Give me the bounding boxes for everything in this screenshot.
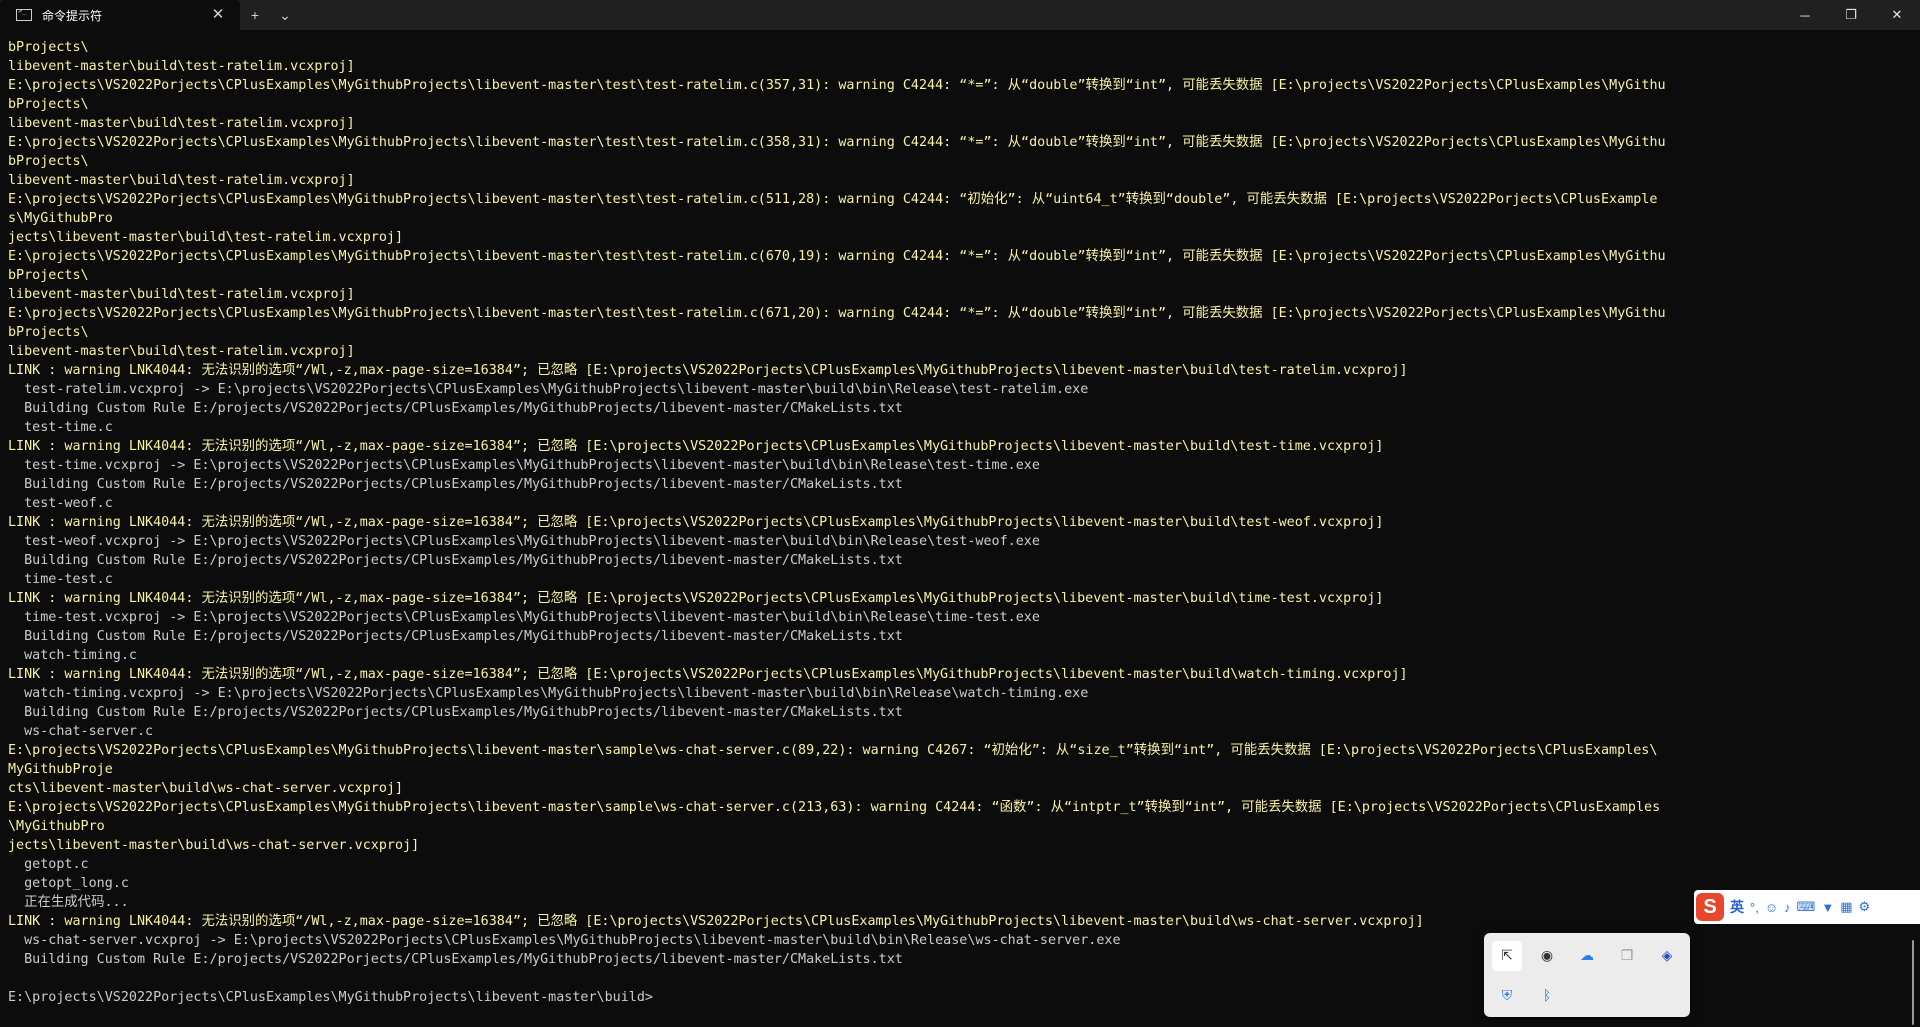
console-warning-line: libevent-master\build\test-ratelim.vcxpr… bbox=[8, 287, 355, 302]
terminal-icon bbox=[16, 7, 32, 21]
microphone-icon[interactable]: ♪ bbox=[1784, 900, 1791, 915]
tab-close-button[interactable]: ✕ bbox=[210, 7, 226, 23]
window-controls: ─ ❐ ✕ bbox=[1782, 0, 1920, 30]
console-warning-line: LINK : warning LNK4044: 无法识别的选项“/Wl,-z,m… bbox=[8, 667, 1408, 682]
console-line: Building Custom Rule E:/projects/VS2022P… bbox=[8, 629, 903, 644]
console-warning-line: E:\projects\VS2022Porjects\CPlusExamples… bbox=[8, 249, 1666, 264]
console-warning-line: libevent-master\build\test-ratelim.vcxpr… bbox=[8, 116, 355, 131]
console-warning-line: \MyGithubPro bbox=[8, 819, 105, 834]
console-warning-line: jects\libevent-master\build\test-ratelim… bbox=[8, 230, 404, 245]
title-bar: 命令提示符 ✕ + ⌄ ─ ❐ ✕ bbox=[0, 0, 1920, 30]
console-warning-line: bProjects\ bbox=[8, 97, 89, 112]
bluetooth-icon[interactable]: ᛒ bbox=[1532, 981, 1562, 1011]
console-warning-line: E:\projects\VS2022Porjects\CPlusExamples… bbox=[8, 306, 1666, 321]
minimize-button[interactable]: ─ bbox=[1782, 0, 1828, 30]
console-warning-line: cts\libevent-master\build\ws-chat-server… bbox=[8, 781, 404, 796]
console-warning-line: libevent-master\build\test-ratelim.vcxpr… bbox=[8, 59, 355, 74]
console-line: getopt.c bbox=[8, 857, 89, 872]
console-warning-line: LINK : warning LNK4044: 无法识别的选项“/Wl,-z,m… bbox=[8, 363, 1408, 378]
console-warning-line: LINK : warning LNK4044: 无法识别的选项“/Wl,-z,m… bbox=[8, 914, 1424, 929]
console-line: watch-timing.c bbox=[8, 648, 137, 663]
punctuation-icon[interactable]: °, bbox=[1750, 900, 1759, 915]
console-warning-line: bProjects\ bbox=[8, 154, 89, 169]
console-warning-line: MyGithubProje bbox=[8, 762, 113, 777]
console-line: Building Custom Rule E:/projects/VS2022P… bbox=[8, 705, 903, 720]
console-warning-line: bProjects\ bbox=[8, 325, 89, 340]
security-icon[interactable]: ⛨ bbox=[1492, 981, 1522, 1011]
console-warning-line: E:\projects\VS2022Porjects\CPlusExamples… bbox=[8, 800, 1661, 815]
sogou-logo-icon[interactable]: S bbox=[1696, 893, 1724, 921]
scrollbar[interactable] bbox=[1912, 940, 1914, 1025]
close-button[interactable]: ✕ bbox=[1874, 0, 1920, 30]
console-line: test-time.vcxproj -> E:\projects\VS2022P… bbox=[8, 458, 1040, 473]
console-warning-line: E:\projects\VS2022Porjects\CPlusExamples… bbox=[8, 78, 1666, 93]
window-icon[interactable]: ❐ bbox=[1612, 941, 1642, 971]
console-warning-line: bProjects\ bbox=[8, 40, 89, 55]
console-line: test-weof.vcxproj -> E:\projects\VS2022P… bbox=[8, 534, 1040, 549]
console-line: Building Custom Rule E:/projects/VS2022P… bbox=[8, 477, 903, 492]
toolbox-icon[interactable]: ▦ bbox=[1840, 899, 1852, 915]
console-line: Building Custom Rule E:/projects/VS2022P… bbox=[8, 553, 903, 568]
console-line: test-ratelim.vcxproj -> E:\projects\VS20… bbox=[8, 382, 1089, 397]
skin-icon[interactable]: ▼ bbox=[1821, 900, 1834, 915]
console-warning-line: E:\projects\VS2022Porjects\CPlusExamples… bbox=[8, 135, 1666, 150]
audio-icon[interactable]: ◉ bbox=[1532, 941, 1562, 971]
console-warning-line: E:\projects\VS2022Porjects\CPlusExamples… bbox=[8, 192, 1658, 207]
console-line: watch-timing.vcxproj -> E:\projects\VS20… bbox=[8, 686, 1089, 701]
console-line: time-test.vcxproj -> E:\projects\VS2022P… bbox=[8, 610, 1040, 625]
settings-icon[interactable]: ⚙ bbox=[1859, 899, 1871, 915]
console-line: getopt_long.c bbox=[8, 876, 129, 891]
console-warning-line: libevent-master\build\test-ratelim.vcxpr… bbox=[8, 173, 355, 188]
new-tab-button[interactable]: + bbox=[240, 0, 270, 30]
tab-title: 命令提示符 bbox=[42, 8, 103, 23]
maximize-button[interactable]: ❐ bbox=[1828, 0, 1874, 30]
console-line: test-weof.c bbox=[8, 496, 113, 511]
emoji-icon[interactable]: ☺ bbox=[1765, 900, 1778, 915]
system-tray-overflow: ⇱ ◉ ☁ ❐ ◈ ⛨ ᛒ bbox=[1484, 933, 1690, 1017]
app-icon[interactable]: ◈ bbox=[1652, 941, 1682, 971]
remote-desktop-icon[interactable]: ⇱ bbox=[1492, 941, 1522, 971]
console-output[interactable]: bProjects\ libevent-master\build\test-rat… bbox=[8, 38, 1912, 1007]
tab-command-prompt[interactable]: 命令提示符 ✕ bbox=[0, 0, 240, 30]
ime-toolbar: S 英 °, ☺ ♪ ⌨ ▼ ▦ ⚙ bbox=[1694, 890, 1920, 924]
console-warning-line: LINK : warning LNK4044: 无法识别的选项“/Wl,-z,m… bbox=[8, 515, 1384, 530]
tab-dropdown-button[interactable]: ⌄ bbox=[270, 0, 300, 30]
console-warning-line: libevent-master\build\test-ratelim.vcxpr… bbox=[8, 344, 355, 359]
console-warning-line: LINK : warning LNK4044: 无法识别的选项“/Wl,-z,m… bbox=[8, 439, 1384, 454]
console-warning-line: s\MyGithubPro bbox=[8, 211, 113, 226]
console-warning-line: bProjects\ bbox=[8, 268, 89, 283]
console-warning-line: E:\projects\VS2022Porjects\CPlusExamples… bbox=[8, 743, 1658, 758]
keyboard-icon[interactable]: ⌨ bbox=[1797, 899, 1816, 915]
console-line: 正在生成代码... bbox=[8, 895, 129, 910]
console-line: test-time.c bbox=[8, 420, 113, 435]
console-warning-line: LINK : warning LNK4044: 无法识别的选项“/Wl,-z,m… bbox=[8, 591, 1384, 606]
console-line: Building Custom Rule E:/projects/VS2022P… bbox=[8, 401, 903, 416]
ime-language-toggle[interactable]: 英 bbox=[1730, 897, 1744, 917]
console-warning-line: jects\libevent-master\build\ws-chat-serv… bbox=[8, 838, 420, 853]
console-line: ws-chat-server.c bbox=[8, 724, 154, 739]
console-line: time-test.c bbox=[8, 572, 113, 587]
cloud-sync-icon[interactable]: ☁ bbox=[1572, 941, 1602, 971]
